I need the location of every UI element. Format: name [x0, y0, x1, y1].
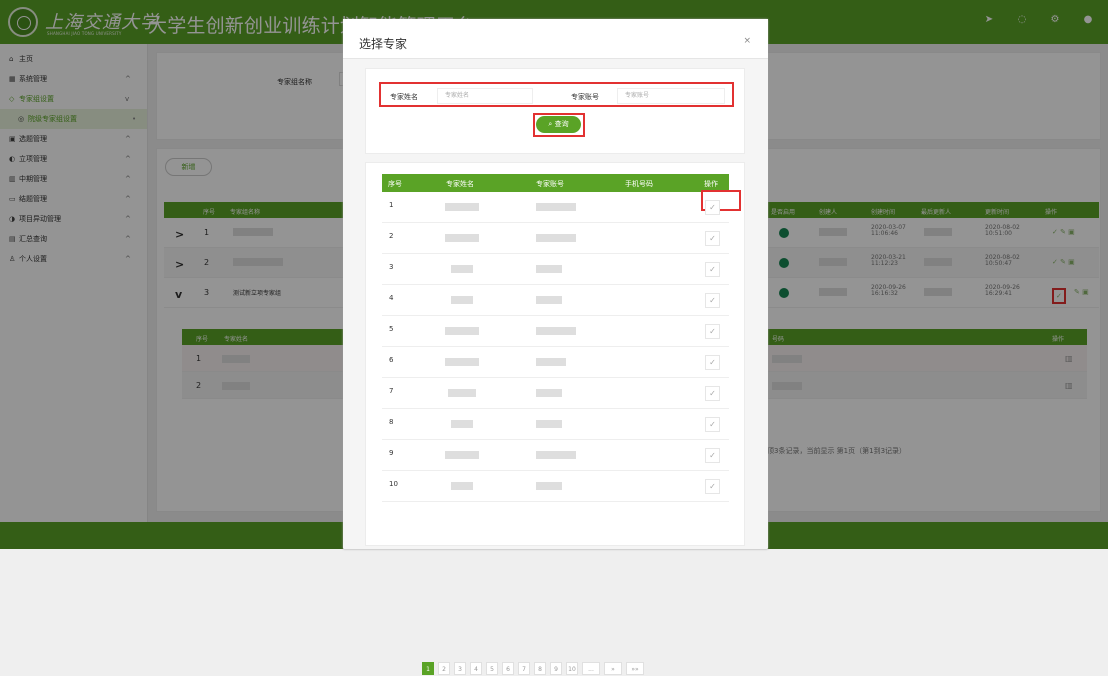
row-index: 10 — [389, 480, 398, 488]
page-3-button[interactable]: 3 — [454, 662, 466, 675]
select-check-icon[interactable]: ✓ — [705, 417, 720, 432]
select-check-icon[interactable]: ✓ — [705, 262, 720, 277]
masked-account — [536, 482, 562, 490]
page-9-button[interactable]: 9 — [550, 662, 562, 675]
table-row[interactable]: 2 ✓ — [382, 223, 729, 254]
close-icon[interactable]: × — [743, 36, 751, 46]
pagination: 1 2 3 4 5 6 7 8 9 10 ... » »» — [422, 662, 644, 675]
table-row[interactable]: 7 ✓ — [382, 378, 729, 409]
page-8-button[interactable]: 8 — [534, 662, 546, 675]
column-header: 手机号码 — [625, 180, 653, 188]
table-row[interactable]: 4 ✓ — [382, 285, 729, 316]
masked-expert-name — [451, 296, 473, 304]
row-index: 4 — [389, 294, 394, 302]
table-row[interactable]: 10 ✓ — [382, 471, 729, 502]
select-expert-modal: 选择专家 × 专家姓名 专家姓名 专家账号 专家账号 ⌕ 查询 序号 专家姓名 … — [343, 19, 768, 675]
masked-expert-name — [445, 451, 479, 459]
expert-account-label: 专家账号 — [571, 93, 599, 101]
column-header: 专家姓名 — [446, 180, 474, 188]
table-row[interactable]: 3 ✓ — [382, 254, 729, 285]
column-header: 专家账号 — [536, 180, 564, 188]
row-index: 9 — [389, 449, 394, 457]
select-check-icon[interactable]: ✓ — [705, 324, 720, 339]
masked-expert-name — [451, 265, 473, 273]
expert-search-card: 专家姓名 专家姓名 专家账号 专家账号 ⌕ 查询 — [365, 68, 745, 154]
masked-expert-name — [445, 327, 479, 335]
masked-account — [536, 203, 576, 211]
expert-name-label: 专家姓名 — [390, 93, 418, 101]
expert-account-input[interactable]: 专家账号 — [617, 88, 725, 104]
expert-list-card: 序号 专家姓名 专家账号 手机号码 操作 1 ✓ 2 ✓ 3 ✓ 4 ✓ 5 ✓ 6 ✓ 7… — [365, 162, 745, 675]
column-header: 序号 — [388, 180, 402, 188]
modal-header: 选择专家 × — [343, 19, 768, 59]
row-index: 2 — [389, 232, 394, 240]
page-5-button[interactable]: 5 — [486, 662, 498, 675]
select-check-icon[interactable]: ✓ — [705, 293, 720, 308]
select-check-icon[interactable]: ✓ — [705, 479, 720, 494]
page-2-button[interactable]: 2 — [438, 662, 450, 675]
masked-expert-name — [445, 234, 479, 242]
page-4-button[interactable]: 4 — [470, 662, 482, 675]
expert-list-header: 序号 专家姓名 专家账号 手机号码 操作 — [382, 174, 729, 192]
masked-account — [536, 296, 562, 304]
page-7-button[interactable]: 7 — [518, 662, 530, 675]
table-row[interactable]: 9 ✓ — [382, 440, 729, 471]
next-page-button[interactable]: » — [604, 662, 622, 675]
masked-expert-name — [448, 389, 476, 397]
row-index: 3 — [389, 263, 394, 271]
select-check-icon[interactable]: ✓ — [705, 448, 720, 463]
modal-title: 选择专家 — [359, 37, 408, 51]
table-row[interactable]: 5 ✓ — [382, 316, 729, 347]
select-check-icon[interactable]: ✓ — [705, 386, 720, 401]
masked-expert-name — [445, 203, 479, 211]
search-fields-highlight: 专家姓名 专家姓名 专家账号 专家账号 — [379, 82, 734, 107]
query-button[interactable]: ⌕ 查询 — [536, 116, 581, 133]
query-label: 查询 — [554, 120, 569, 128]
masked-expert-name — [445, 358, 479, 366]
last-page-button[interactable]: »» — [626, 662, 644, 675]
select-check-icon[interactable]: ✓ — [705, 231, 720, 246]
masked-account — [536, 420, 562, 428]
row-index: 1 — [389, 201, 394, 209]
page-1-button[interactable]: 1 — [422, 662, 434, 675]
masked-expert-name — [451, 420, 473, 428]
row-index: 8 — [389, 418, 394, 426]
masked-expert-name — [451, 482, 473, 490]
table-row[interactable]: 1 ✓ — [382, 190, 741, 223]
page-ellipsis: ... — [582, 662, 600, 675]
select-check-icon[interactable]: ✓ — [705, 200, 720, 215]
table-row[interactable]: 8 ✓ — [382, 409, 729, 440]
page-10-button[interactable]: 10 — [566, 662, 578, 675]
select-check-icon[interactable]: ✓ — [705, 355, 720, 370]
row-index: 6 — [389, 356, 394, 364]
page-6-button[interactable]: 6 — [502, 662, 514, 675]
masked-account — [536, 358, 566, 366]
row-index: 5 — [389, 325, 394, 333]
row-index: 7 — [389, 387, 394, 395]
masked-account — [536, 234, 576, 242]
masked-account — [536, 389, 562, 397]
column-header: 操作 — [704, 180, 718, 188]
expert-name-input[interactable]: 专家姓名 — [437, 88, 533, 104]
table-row[interactable]: 6 ✓ — [382, 347, 729, 378]
masked-account — [536, 451, 576, 459]
masked-account — [536, 327, 576, 335]
masked-account — [536, 265, 562, 273]
